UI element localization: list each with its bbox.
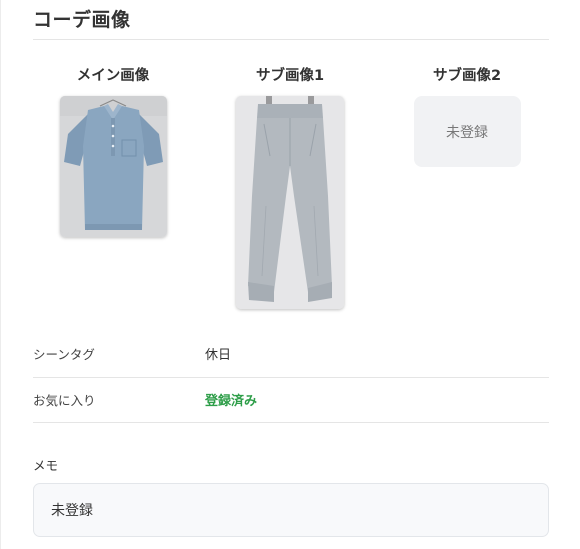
favorite-label: お気に入り [33, 393, 96, 408]
scene-tag-label: シーンタグ [33, 347, 95, 362]
pants-image [236, 96, 344, 309]
scene-tag-row: シーンタグ 休日 [33, 331, 549, 376]
scene-tag-value: 休日 [205, 348, 232, 363]
sub-image-2-column: サブ画像2 未登録 [387, 66, 547, 167]
divider [33, 422, 549, 423]
memo-value: 未登録 [51, 503, 93, 519]
section-title: コーデ画像 [33, 9, 131, 31]
divider [33, 39, 549, 40]
sub-image-2-label: サブ画像2 [432, 68, 502, 84]
main-image-label: メイン画像 [76, 68, 150, 84]
shirt-image [59, 96, 167, 237]
sub-image-1-photo[interactable] [236, 96, 344, 309]
main-image-photo[interactable] [59, 96, 167, 237]
coordinate-detail: コーデ画像 メイン画像 サブ画像1 サブ画像2 未登録 シーンタグ 休日 お気に… [33, 0, 549, 549]
memo-box: 未登録 [33, 483, 549, 537]
sub-image-1-label: サブ画像1 [255, 68, 325, 84]
left-divider [0, 0, 1, 549]
sub-image-1-column: サブ画像1 [210, 66, 370, 309]
main-image-column: メイン画像 [33, 66, 193, 237]
memo-label: メモ [33, 458, 59, 473]
sub-image-2-placeholder[interactable]: 未登録 [413, 96, 521, 167]
favorite-status: 登録済み [205, 394, 258, 409]
favorite-row: お気に入り 登録済み [33, 377, 549, 422]
